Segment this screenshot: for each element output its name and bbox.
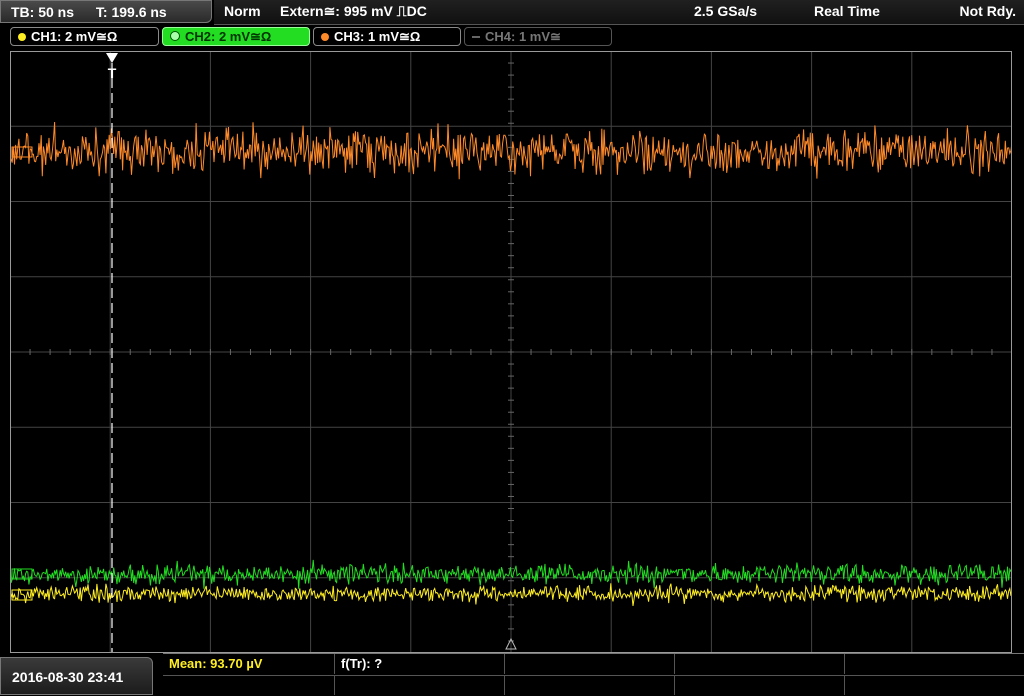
trigger-source: Extern≅: 995 mV ⎍DC bbox=[280, 3, 427, 19]
mean-measurement[interactable]: Mean: 93.70 µV bbox=[163, 654, 335, 674]
channel-label-ch2: CH2: 2 mV≅Ω bbox=[185, 29, 272, 44]
measurement-slot-6[interactable] bbox=[163, 675, 335, 695]
measurement-bar: Mean: 93.70 µV f(Tr): ? bbox=[163, 653, 1024, 695]
trigger-mode: Norm bbox=[224, 3, 261, 19]
date-time: 2016-08-30 23:41 bbox=[0, 657, 153, 695]
timebase-value: TB: 50 ns bbox=[11, 4, 75, 20]
frequency-measurement[interactable]: f(Tr): ? bbox=[335, 654, 505, 674]
channel-tab-ch4[interactable]: CH4: 1 mV≅ bbox=[464, 27, 612, 46]
ch3-dot-icon bbox=[321, 33, 329, 41]
channel-label-ch3: CH3: 1 mV≅Ω bbox=[334, 29, 421, 44]
channel-label-ch1: CH1: 2 mV≅Ω bbox=[31, 29, 118, 44]
top-status-bar: TB: 50 ns T: 199.6 ns Norm Extern≅: 995 … bbox=[0, 0, 1024, 25]
sample-rate: 2.5 GSa/s bbox=[694, 3, 758, 19]
ch4-dash-icon bbox=[472, 36, 480, 38]
measurement-slot-7[interactable] bbox=[335, 675, 505, 695]
measurement-slot-10[interactable] bbox=[845, 675, 1024, 695]
measurement-slot-9[interactable] bbox=[675, 675, 845, 695]
channel-tabs: CH1: 2 mV≅Ω CH2: 2 mV≅Ω CH3: 1 mV≅Ω CH4:… bbox=[0, 26, 1024, 48]
measurement-slot-3[interactable] bbox=[505, 654, 675, 674]
measurement-slot-8[interactable] bbox=[505, 675, 675, 695]
acquisition-state: Not Rdy. bbox=[959, 3, 1016, 19]
channel-tab-ch3[interactable]: CH3: 1 mV≅Ω bbox=[313, 27, 461, 46]
acquisition-status[interactable]: Norm Extern≅: 995 mV ⎍DC 2.5 GSa/s Real … bbox=[214, 0, 1024, 25]
ch2-dot-icon bbox=[170, 31, 180, 41]
ch1-dot-icon bbox=[18, 33, 26, 41]
trigger-position-value: T: 199.6 ns bbox=[95, 4, 167, 20]
measurement-slot-4[interactable] bbox=[675, 654, 845, 674]
timebase-panel[interactable]: TB: 50 ns T: 199.6 ns bbox=[0, 0, 212, 23]
channel-tab-ch2[interactable]: CH2: 2 mV≅Ω bbox=[162, 27, 310, 46]
channel-label-ch4: CH4: 1 mV≅ bbox=[485, 29, 561, 44]
graticule-border bbox=[10, 51, 1012, 653]
acquisition-mode: Real Time bbox=[814, 3, 880, 19]
measurement-slot-5[interactable] bbox=[845, 654, 1024, 674]
channel-tab-ch1[interactable]: CH1: 2 mV≅Ω bbox=[10, 27, 159, 46]
